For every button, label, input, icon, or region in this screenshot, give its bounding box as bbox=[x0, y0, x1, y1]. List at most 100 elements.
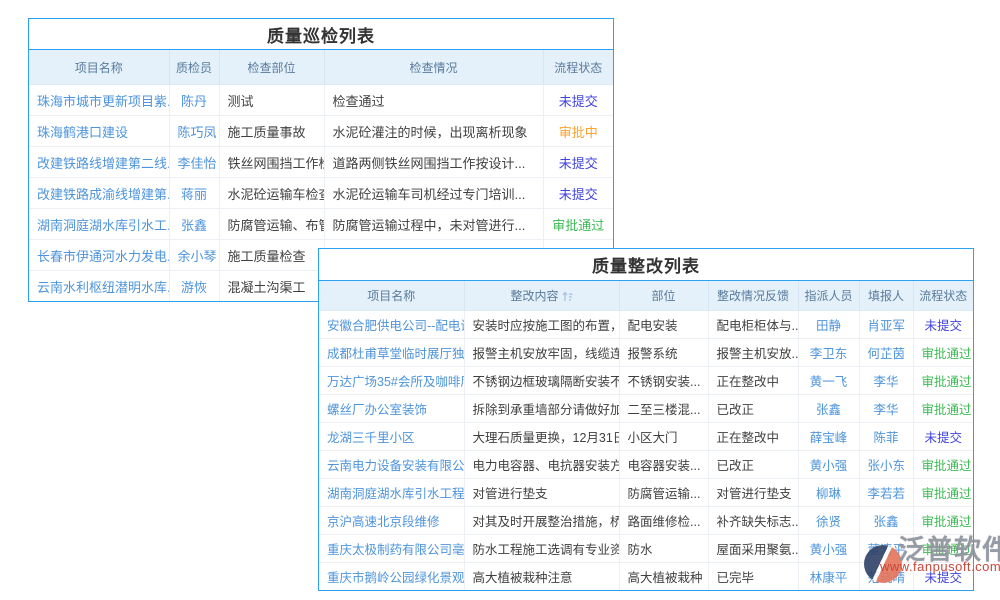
col-check-situation: 检查情况 bbox=[324, 50, 543, 85]
col-check-part: 检查部位 bbox=[219, 50, 324, 85]
reporter-name[interactable]: 陈菲 bbox=[859, 423, 913, 451]
check-situation-cell: 水泥砼运输车司机经过专门培训... bbox=[324, 178, 543, 209]
reporter-name[interactable]: 何芷茵 bbox=[859, 339, 913, 367]
feedback-cell: 正在整改中 bbox=[708, 367, 798, 395]
check-situation-cell: 防腐管运输过程中，未对管进行... bbox=[324, 209, 543, 240]
part-cell: 二至三楼混... bbox=[619, 395, 708, 423]
check-part-cell: 水泥砼运输车检查 bbox=[219, 178, 324, 209]
assignee-name[interactable]: 徐贤 bbox=[798, 507, 859, 535]
assignee-name[interactable]: 林康平 bbox=[798, 563, 859, 591]
table-row: 万达广场35#会所及咖啡厅空... 不锈钢边框玻璃隔断安装不牢... 不锈钢安装… bbox=[319, 367, 973, 395]
status-badge: 审批通过 bbox=[913, 479, 973, 507]
inspector-name[interactable]: 张鑫 bbox=[169, 209, 219, 240]
rectify-header-row: 项目名称 整改内容 部位 整改情况反馈 指派人员 填报人 流程状态 bbox=[319, 281, 973, 311]
feedback-cell: 报警主机安放... bbox=[708, 339, 798, 367]
status-badge: 未提交 bbox=[543, 147, 613, 178]
rectify-content-cell: 不锈钢边框玻璃隔断安装不牢... bbox=[464, 367, 619, 395]
check-situation-cell: 水泥砼灌注的时候，出现离析现象 bbox=[324, 116, 543, 147]
assignee-name[interactable]: 黄小强 bbox=[798, 535, 859, 563]
project-link[interactable]: 成都杜甫草堂临时展厅独立展... bbox=[319, 339, 464, 367]
project-link[interactable]: 珠海鹤港口建设 bbox=[29, 116, 169, 147]
reporter-name[interactable]: 李华 bbox=[859, 395, 913, 423]
status-badge: 审批通过 bbox=[913, 395, 973, 423]
project-link[interactable]: 京沪高速北京段维修 bbox=[319, 507, 464, 535]
table-row: 湖南洞庭湖水库引水工... 张鑫 防腐管运输、布管 防腐管运输过程中，未对管进行… bbox=[29, 209, 613, 240]
part-cell: 小区大门 bbox=[619, 423, 708, 451]
col-feedback: 整改情况反馈 bbox=[708, 281, 798, 311]
col-flow-status: 流程状态 bbox=[543, 50, 613, 85]
table-row: 珠海鹤港口建设 陈巧凤 施工质量事故 水泥砼灌注的时候，出现离析现象 审批中 bbox=[29, 116, 613, 147]
inspector-name[interactable]: 蒋丽 bbox=[169, 178, 219, 209]
status-badge: 审批通过 bbox=[913, 339, 973, 367]
assignee-name[interactable]: 黄一飞 bbox=[798, 367, 859, 395]
col-reporter: 填报人 bbox=[859, 281, 913, 311]
table-row: 成都杜甫草堂临时展厅独立展... 报警主机安放牢固，线缆连接... 报警系统 报… bbox=[319, 339, 973, 367]
feedback-cell: 正在整改中 bbox=[708, 423, 798, 451]
table-row: 改建铁路线增建第二线... 李佳怡 铁丝网围挡工作检查 道路两侧铁丝网围挡工作按… bbox=[29, 147, 613, 178]
table-row: 珠海市城市更新项目紫... 陈丹 测试 检查通过 未提交 bbox=[29, 85, 613, 116]
project-link[interactable]: 螺丝厂办公室装饰 bbox=[319, 395, 464, 423]
feedback-cell: 对管进行垫支 bbox=[708, 479, 798, 507]
status-badge: 审批通过 bbox=[543, 209, 613, 240]
table-row: 螺丝厂办公室装饰 拆除到承重墙部分请做好加固... 二至三楼混... 已改正 张… bbox=[319, 395, 973, 423]
assignee-name[interactable]: 田静 bbox=[798, 311, 859, 339]
col-flow-status: 流程状态 bbox=[913, 281, 973, 311]
table-row: 龙湖三千里小区 大理石质量更换，12月31日之... 小区大门 正在整改中 薛宝… bbox=[319, 423, 973, 451]
table-row: 改建铁路成渝线增建第... 蒋丽 水泥砼运输车检查 水泥砼运输车司机经过专门培训… bbox=[29, 178, 613, 209]
col-project-name: 项目名称 bbox=[319, 281, 464, 311]
check-part-cell: 混凝土沟渠工 bbox=[219, 271, 324, 302]
check-part-cell: 防腐管运输、布管 bbox=[219, 209, 324, 240]
inspector-name[interactable]: 游恢 bbox=[169, 271, 219, 302]
project-link[interactable]: 重庆太极制药有限公司亳州中... bbox=[319, 535, 464, 563]
project-link[interactable]: 长春市伊通河水力发电... bbox=[29, 240, 169, 271]
inspector-name[interactable]: 余小琴 bbox=[169, 240, 219, 271]
rectify-content-label: 整改内容 bbox=[510, 289, 558, 303]
reporter-name[interactable]: 张小东 bbox=[859, 451, 913, 479]
feedback-cell: 配电柜柜体与... bbox=[708, 311, 798, 339]
col-assignee: 指派人员 bbox=[798, 281, 859, 311]
rectify-content-cell: 报警主机安放牢固，线缆连接... bbox=[464, 339, 619, 367]
status-badge: 审批通过 bbox=[913, 367, 973, 395]
part-cell: 报警系统 bbox=[619, 339, 708, 367]
part-cell: 不锈钢安装... bbox=[619, 367, 708, 395]
assignee-name[interactable]: 柳琳 bbox=[798, 479, 859, 507]
reporter-name[interactable]: 肖亚军 bbox=[859, 311, 913, 339]
project-link[interactable]: 云南水利枢纽潜明水库... bbox=[29, 271, 169, 302]
rectify-content-cell: 拆除到承重墙部分请做好加固... bbox=[464, 395, 619, 423]
project-link[interactable]: 重庆市鹅岭公园绿化景观提升... bbox=[319, 563, 464, 591]
project-link[interactable]: 龙湖三千里小区 bbox=[319, 423, 464, 451]
rectify-content-cell: 防水工程施工选调有专业资质... bbox=[464, 535, 619, 563]
inspection-list-title: 质量巡检列表 bbox=[29, 19, 613, 50]
inspector-name[interactable]: 陈巧凤 bbox=[169, 116, 219, 147]
part-cell: 路面维修检... bbox=[619, 507, 708, 535]
inspection-header-row: 项目名称 质检员 检查部位 检查情况 流程状态 bbox=[29, 50, 613, 85]
sort-ascending-icon[interactable] bbox=[562, 291, 573, 302]
rectify-list-title: 质量整改列表 bbox=[319, 249, 973, 281]
assignee-name[interactable]: 李卫东 bbox=[798, 339, 859, 367]
project-link[interactable]: 改建铁路成渝线增建第... bbox=[29, 178, 169, 209]
project-link[interactable]: 安徽合肥供电公司--配电设备... bbox=[319, 311, 464, 339]
project-link[interactable]: 万达广场35#会所及咖啡厅空... bbox=[319, 367, 464, 395]
reporter-name[interactable]: 李若若 bbox=[859, 479, 913, 507]
inspector-name[interactable]: 陈丹 bbox=[169, 85, 219, 116]
assignee-name[interactable]: 张鑫 bbox=[798, 395, 859, 423]
assignee-name[interactable]: 薛宝峰 bbox=[798, 423, 859, 451]
check-part-cell: 测试 bbox=[219, 85, 324, 116]
fanpu-watermark: 泛普软件 www.fanpusoft.com bbox=[862, 525, 1000, 585]
inspector-name[interactable]: 李佳怡 bbox=[169, 147, 219, 178]
rectify-content-cell: 电力电容器、电抗器安装方案,... bbox=[464, 451, 619, 479]
feedback-cell: 已改正 bbox=[708, 395, 798, 423]
table-row: 安徽合肥供电公司--配电设备... 安装时应按施工图的布置，将... 配电安装 … bbox=[319, 311, 973, 339]
col-rectify-content[interactable]: 整改内容 bbox=[464, 281, 619, 311]
rectify-content-cell: 对管进行垫支 bbox=[464, 479, 619, 507]
status-badge: 未提交 bbox=[543, 178, 613, 209]
project-link[interactable]: 珠海市城市更新项目紫... bbox=[29, 85, 169, 116]
part-cell: 防腐管运输... bbox=[619, 479, 708, 507]
project-link[interactable]: 湖南洞庭湖水库引水工... bbox=[29, 209, 169, 240]
project-link[interactable]: 云南电力设备安装有限公司20... bbox=[319, 451, 464, 479]
project-link[interactable]: 湖南洞庭湖水库引水工程施工标 bbox=[319, 479, 464, 507]
assignee-name[interactable]: 黄小强 bbox=[798, 451, 859, 479]
reporter-name[interactable]: 李华 bbox=[859, 367, 913, 395]
project-link[interactable]: 改建铁路线增建第二线... bbox=[29, 147, 169, 178]
feedback-cell: 屋面采用聚氨... bbox=[708, 535, 798, 563]
